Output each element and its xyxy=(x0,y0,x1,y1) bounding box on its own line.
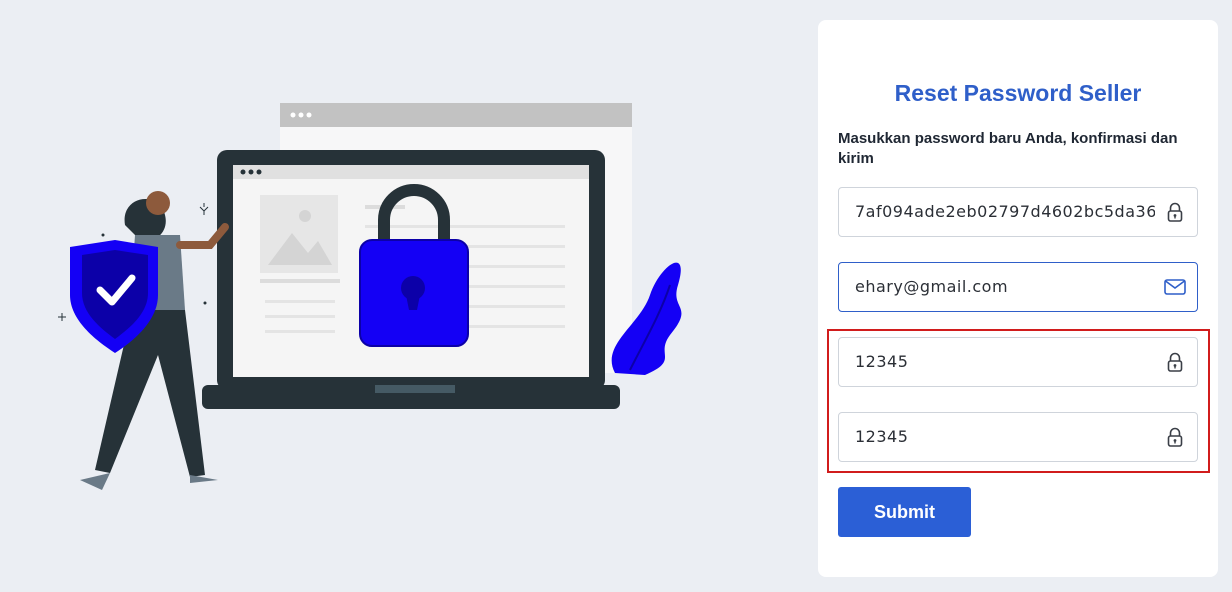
confirm-password-field[interactable]: 12345 xyxy=(838,412,1198,462)
page-title: Reset Password Seller xyxy=(894,80,1142,106)
confirm-password-value: 12345 xyxy=(855,427,909,446)
instruction-text: Masukkan password baru Anda, konfirmasi … xyxy=(838,130,1178,167)
lock-icon xyxy=(1163,200,1187,224)
security-illustration xyxy=(58,103,682,490)
envelope-icon xyxy=(1163,275,1187,299)
token-value: 7af094ade2eb02797d4602bc5da36 xyxy=(855,202,1155,221)
lock-icon[interactable] xyxy=(1163,350,1187,374)
token-field[interactable]: 7af094ade2eb02797d4602bc5da36 xyxy=(838,187,1198,237)
submit-button[interactable]: Submit xyxy=(838,487,971,537)
reset-password-card: Reset Password Seller Masukkan password … xyxy=(818,20,1218,577)
new-password-field[interactable]: 12345 xyxy=(838,337,1198,387)
email-field[interactable]: ehary@gmail.com xyxy=(838,262,1198,312)
email-value: ehary@gmail.com xyxy=(855,277,1009,296)
page: Reset Password Seller Masukkan password … xyxy=(0,0,1232,592)
lock-icon[interactable] xyxy=(1163,425,1187,449)
new-password-value: 12345 xyxy=(855,352,909,371)
